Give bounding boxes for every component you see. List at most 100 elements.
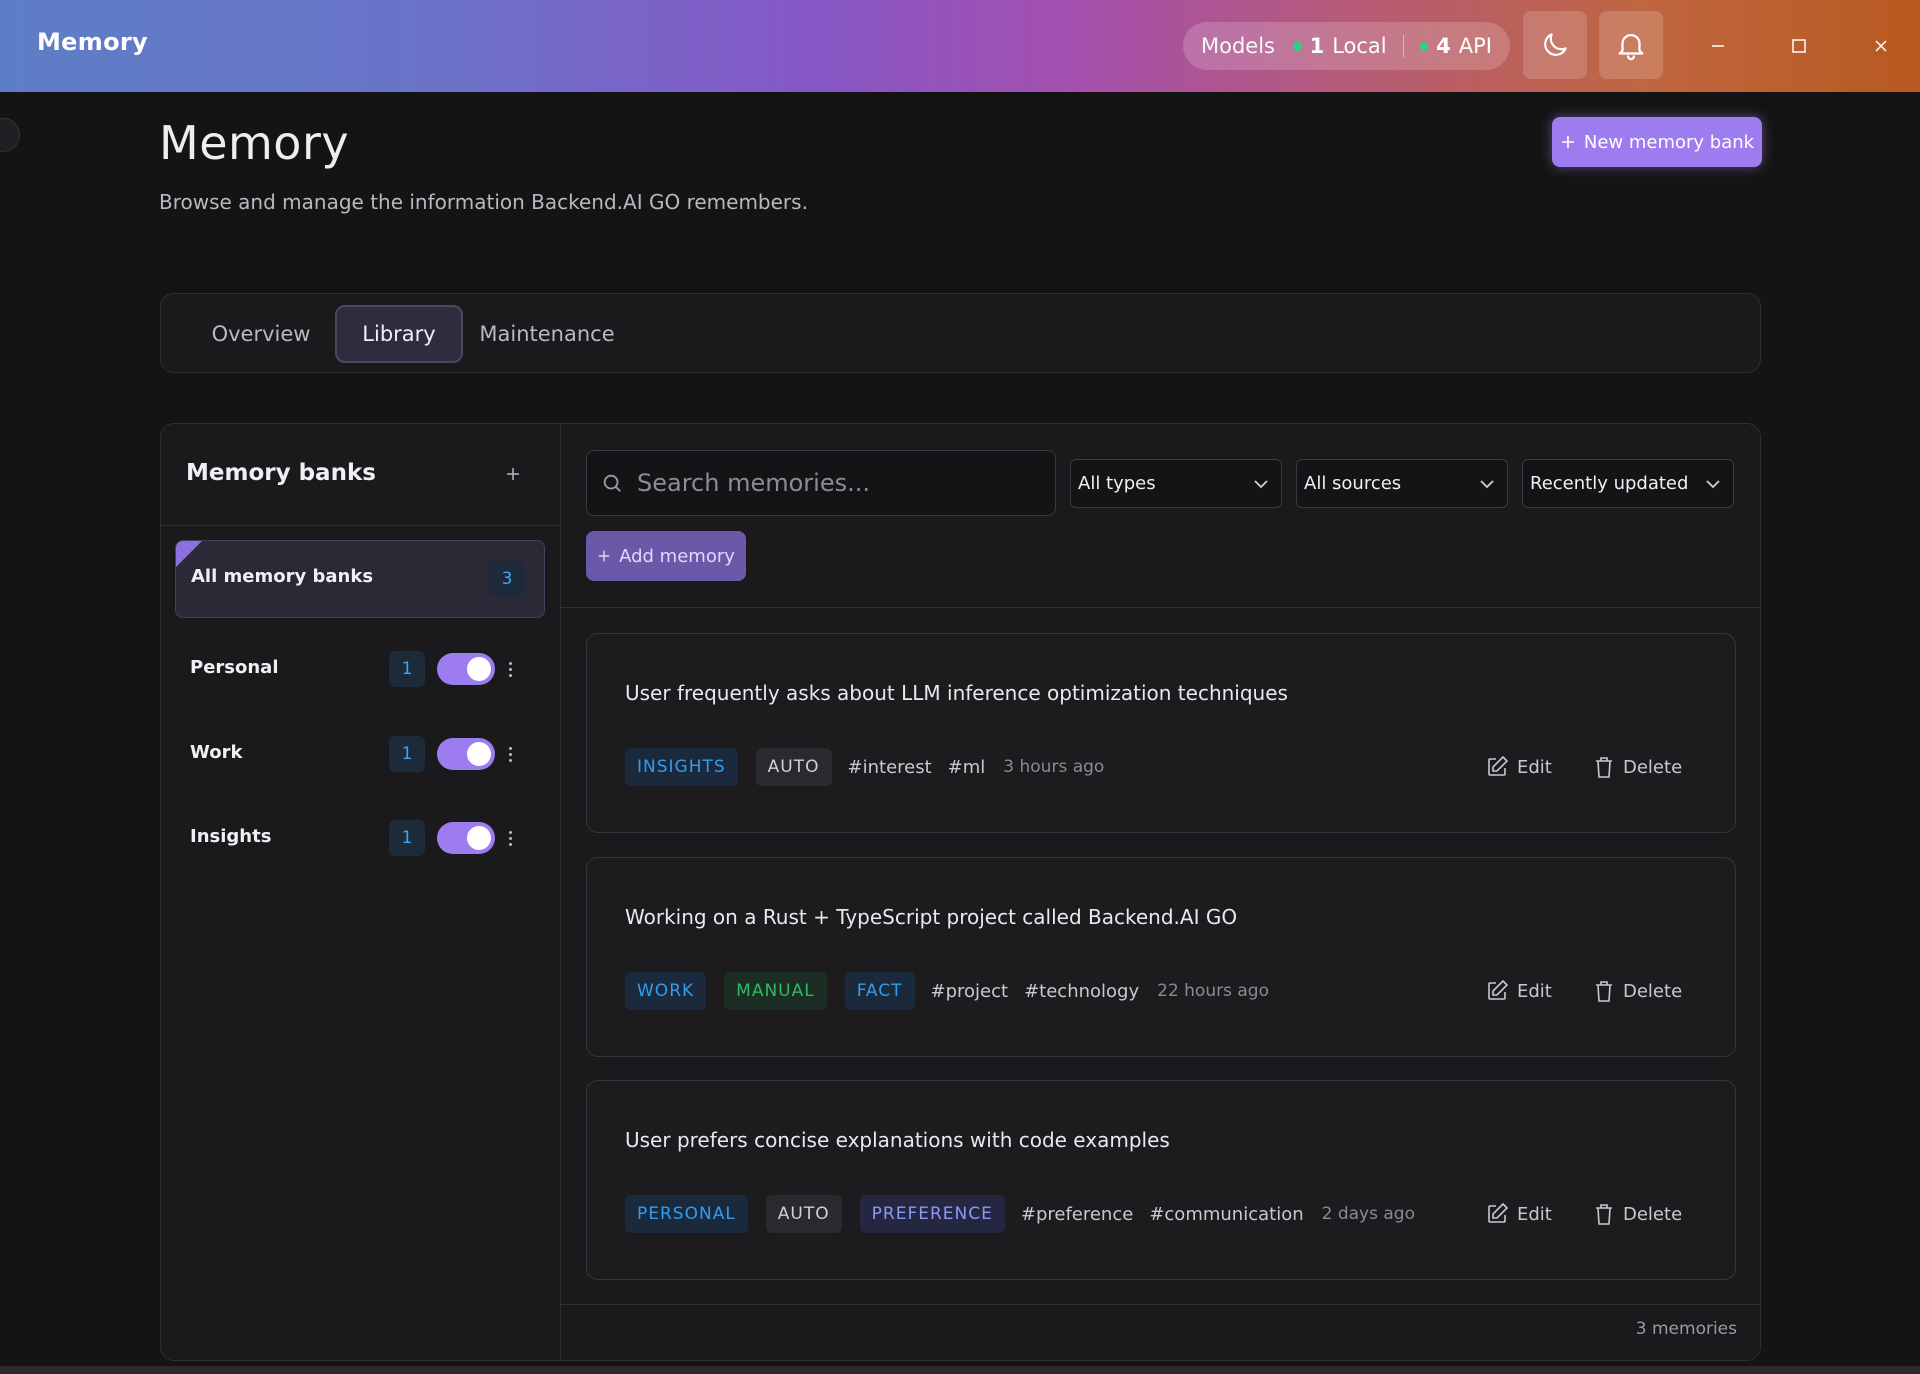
bank-toggle-personal[interactable] — [437, 653, 495, 685]
moon-icon — [1544, 33, 1567, 56]
bank-count-badge: 1 — [389, 736, 425, 772]
memory-text: User prefers concise explanations with c… — [625, 1128, 1170, 1152]
edit-icon — [1488, 1202, 1509, 1223]
type-select[interactable]: All types — [1070, 459, 1282, 508]
bank-item-work[interactable]: Work 1 — [175, 719, 545, 789]
search-icon — [603, 474, 621, 492]
api-status-dot — [1419, 41, 1429, 51]
trash-icon — [1596, 1204, 1612, 1225]
local-label: Local — [1332, 34, 1387, 58]
edit-button[interactable]: Edit — [1485, 972, 1552, 1010]
toggle-knob — [467, 657, 491, 681]
close-button[interactable] — [1861, 26, 1901, 66]
source-select[interactable]: All sources — [1296, 459, 1508, 508]
api-count: 4 — [1436, 34, 1451, 58]
memory-timestamp: 2 days ago — [1321, 1204, 1415, 1224]
plus-icon — [1561, 136, 1574, 148]
more-options-icon[interactable] — [500, 823, 520, 853]
tag[interactable]: #interest — [848, 757, 932, 778]
tag[interactable]: #preference — [1021, 1204, 1133, 1225]
models-divider — [1402, 35, 1404, 57]
source-badge: AUTO — [765, 1195, 842, 1233]
bank-count-badge: 1 — [389, 651, 425, 687]
tag[interactable]: #communication — [1149, 1204, 1303, 1225]
bank-count-badge: 1 — [389, 820, 425, 856]
maximize-button[interactable] — [1779, 26, 1819, 66]
page-title: Memory — [159, 116, 350, 170]
minimize-button[interactable] — [1698, 26, 1738, 66]
chevron-down-icon — [1254, 480, 1268, 489]
tag[interactable]: #ml — [948, 757, 986, 778]
edit-button[interactable]: Edit — [1485, 748, 1552, 786]
tab-library[interactable]: Library — [335, 305, 463, 363]
sidebar-collapse-handle[interactable] — [0, 118, 20, 152]
bank-toggle-insights[interactable] — [437, 822, 495, 854]
memory-card[interactable]: User prefers concise explanations with c… — [586, 1080, 1736, 1280]
local-count: 1 — [1309, 34, 1325, 58]
delete-button[interactable]: Delete — [1593, 972, 1682, 1010]
add-bank-button[interactable] — [499, 460, 527, 488]
bank-item-all[interactable]: All memory banks 3 — [175, 540, 545, 618]
chevron-down-icon — [1706, 480, 1720, 489]
tag[interactable]: #technology — [1024, 981, 1139, 1002]
add-memory-button[interactable]: Add memory — [586, 531, 746, 581]
models-status-pill[interactable]: Models 1 Local 4 API — [1183, 22, 1510, 70]
type-select-value: All types — [1078, 473, 1156, 494]
bank-toggle-work[interactable] — [437, 738, 495, 770]
bank-badge: WORK — [625, 972, 707, 1010]
bank-item-label: Work — [190, 742, 243, 763]
edit-button[interactable]: Edit — [1485, 1195, 1552, 1233]
memories-toolbar: All types All sources Recently updated A… — [561, 424, 1760, 608]
bell-icon — [1618, 34, 1644, 61]
toggle-knob — [467, 742, 491, 766]
bank-item-personal[interactable]: Personal 1 — [175, 634, 545, 704]
search-box — [586, 450, 1056, 516]
tab-maintenance[interactable]: Maintenance — [467, 305, 627, 363]
delete-button[interactable]: Delete — [1593, 748, 1682, 786]
api-label: API — [1458, 34, 1492, 58]
memory-banks-title: Memory banks — [186, 460, 376, 486]
source-select-value: All sources — [1304, 473, 1402, 494]
plus-icon — [598, 550, 610, 562]
more-options-icon[interactable] — [500, 739, 520, 769]
title-bar: Memory Models 1 Local 4 API — [0, 0, 1920, 92]
tab-overview[interactable]: Overview — [191, 305, 331, 363]
more-options-icon[interactable] — [500, 654, 520, 684]
memory-card[interactable]: Working on a Rust + TypeScript project c… — [586, 857, 1736, 1057]
library-panel: Memory banks All memory banks 3 Personal… — [160, 423, 1761, 1361]
edit-label: Edit — [1517, 980, 1552, 1002]
page-subtitle: Browse and manage the information Backen… — [159, 190, 808, 214]
bank-count-badge: 3 — [489, 561, 525, 597]
bank-item-insights[interactable]: Insights 1 — [175, 803, 545, 873]
theme-toggle-button[interactable] — [1523, 11, 1587, 79]
plus-icon — [507, 468, 519, 480]
memory-timestamp: 22 hours ago — [1157, 981, 1269, 1001]
type-badge: FACT — [844, 972, 915, 1010]
memory-banks-header: Memory banks — [161, 424, 560, 526]
new-memory-bank-label: New memory bank — [1583, 131, 1755, 153]
sort-select[interactable]: Recently updated — [1522, 459, 1734, 508]
bank-item-label: Personal — [190, 657, 279, 678]
selected-indicator — [176, 541, 202, 567]
notifications-button[interactable] — [1599, 11, 1663, 79]
memory-meta: PERSONAL AUTO PREFERENCE #preference #co… — [625, 1195, 1415, 1233]
memory-text: User frequently asks about LLM inference… — [625, 681, 1288, 705]
memory-card[interactable]: User frequently asks about LLM inference… — [586, 633, 1736, 833]
edit-label: Edit — [1517, 756, 1552, 778]
window-bottom-edge — [0, 1366, 1920, 1374]
memory-timestamp: 3 hours ago — [1003, 757, 1105, 777]
delete-button[interactable]: Delete — [1593, 1195, 1682, 1233]
source-badge: AUTO — [755, 748, 832, 786]
tag[interactable]: #project — [931, 981, 1009, 1002]
add-memory-label: Add memory — [619, 545, 735, 567]
models-label: Models — [1201, 34, 1275, 58]
search-input[interactable] — [637, 469, 1037, 497]
chevron-down-icon — [1480, 480, 1494, 489]
bank-badge: PERSONAL — [625, 1195, 748, 1233]
memories-content: All types All sources Recently updated A… — [561, 424, 1760, 1360]
tab-bar: Overview Library Maintenance — [160, 293, 1761, 373]
local-status-dot — [1293, 41, 1302, 51]
new-memory-bank-button[interactable]: New memory bank — [1552, 117, 1762, 167]
trash-icon — [1596, 981, 1612, 1002]
edit-icon — [1488, 755, 1509, 776]
